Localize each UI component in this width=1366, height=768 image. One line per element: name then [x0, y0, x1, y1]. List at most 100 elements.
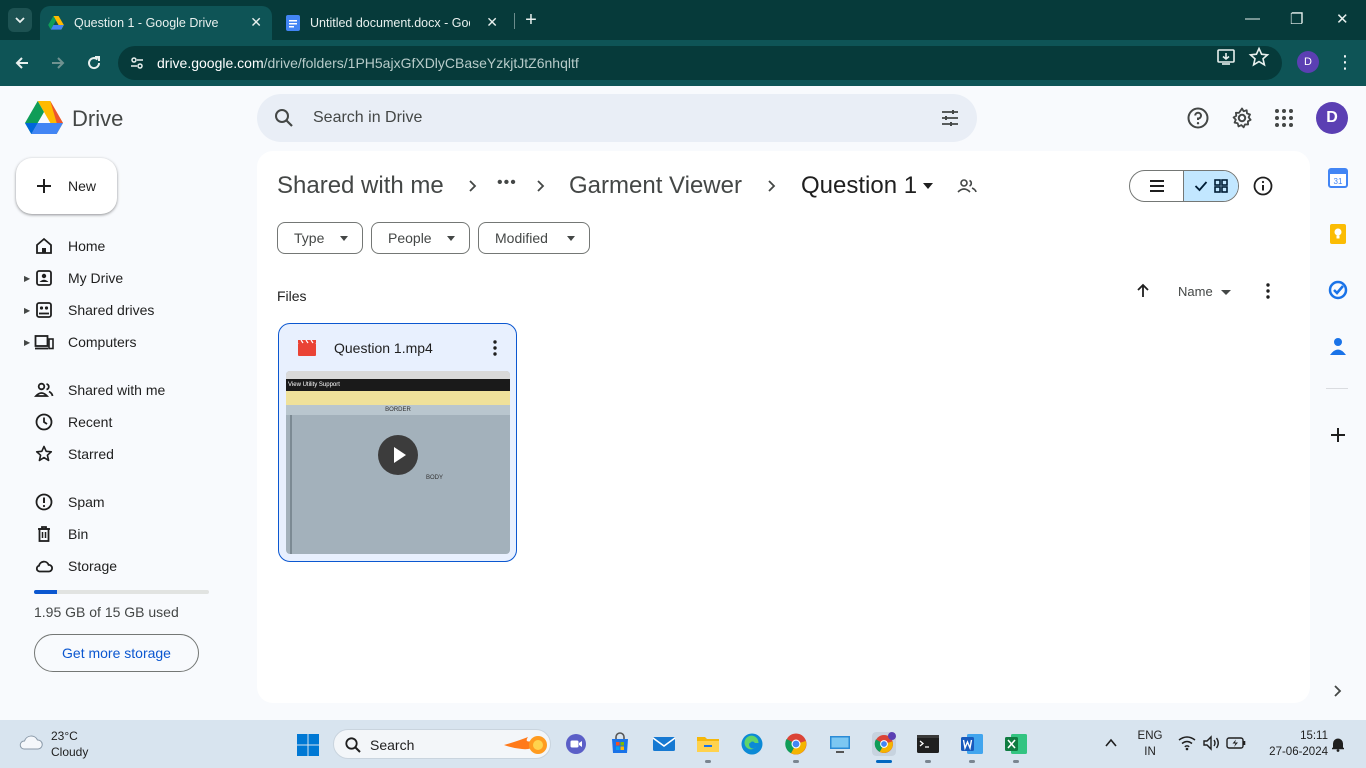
sidebar-item-spam[interactable]: Spam — [0, 486, 240, 518]
teams-meet-icon[interactable] — [564, 732, 588, 756]
close-tab-icon[interactable]: ✕ — [250, 14, 262, 31]
site-info-icon[interactable] — [126, 52, 148, 74]
google-drive-logo[interactable] — [25, 101, 63, 135]
gear-icon[interactable] — [1230, 106, 1254, 130]
back-button[interactable] — [10, 51, 34, 75]
install-app-icon[interactable] — [1215, 46, 1237, 68]
type-filter-chip[interactable]: Type — [277, 222, 363, 254]
browser-tab-bar: Question 1 - Google Drive ✕ Untitled doc… — [0, 0, 1366, 40]
chevron-right-icon[interactable] — [1330, 683, 1346, 699]
sidebar-item-storage[interactable]: Storage — [0, 550, 240, 582]
notification-bell-icon[interactable] — [1330, 736, 1346, 752]
shared-folder-people-icon[interactable] — [956, 176, 978, 196]
expand-caret-icon[interactable]: ▶ — [24, 306, 30, 315]
info-icon[interactable] — [1252, 175, 1274, 197]
chrome-active-icon[interactable] — [872, 732, 896, 756]
help-icon[interactable] — [1186, 106, 1210, 130]
dropdown-arrow-icon — [340, 236, 348, 241]
close-window-icon[interactable]: ✕ — [1336, 10, 1349, 28]
breadcrumb-shared-with-me[interactable]: Shared with me — [277, 172, 444, 200]
close-tab-icon[interactable]: ✕ — [486, 14, 498, 31]
reload-button[interactable] — [82, 51, 106, 75]
tab-google-docs[interactable]: Untitled document.docx - Goog ✕ — [280, 6, 508, 40]
drive-search-input[interactable]: Search in Drive — [257, 94, 977, 142]
sidebar-item-home[interactable]: Home — [0, 230, 240, 262]
forward-button[interactable] — [46, 51, 70, 75]
wifi-icon[interactable] — [1178, 735, 1196, 751]
people-filter-chip[interactable]: People — [371, 222, 470, 254]
expand-caret-icon[interactable]: ▶ — [24, 274, 30, 283]
volume-icon[interactable] — [1202, 735, 1220, 751]
video-thumbnail[interactable]: View Utility Support BORDER BODY — [286, 371, 510, 554]
battery-charging-icon[interactable] — [1226, 736, 1246, 750]
get-add-ons-plus-icon[interactable] — [1327, 424, 1349, 446]
sort-dropdown-arrow-icon[interactable] — [1221, 290, 1231, 295]
expand-caret-icon[interactable]: ▶ — [24, 338, 30, 347]
sidebar-item-starred[interactable]: Starred — [0, 438, 240, 470]
microsoft-word-icon[interactable] — [960, 732, 984, 756]
google-keep-icon[interactable] — [1327, 223, 1349, 245]
breadcrumb-current-folder[interactable]: Question 1 — [801, 172, 917, 200]
language-indicator-line1[interactable]: ENG — [1136, 730, 1164, 742]
sidebar-item-my-drive[interactable]: ▶ My Drive — [0, 262, 240, 294]
file-more-actions-icon[interactable] — [485, 338, 505, 358]
taskbar-search-box[interactable]: Search — [333, 729, 551, 759]
mail-icon[interactable] — [652, 732, 676, 756]
sidebar-item-recent[interactable]: Recent — [0, 406, 240, 438]
windows-start-icon[interactable] — [296, 733, 320, 757]
sort-by-name-button[interactable]: Name — [1178, 284, 1213, 299]
more-options-icon[interactable] — [1258, 281, 1278, 301]
file-explorer-icon[interactable] — [696, 732, 720, 756]
language-indicator-line2[interactable]: IN — [1136, 746, 1164, 758]
remote-desktop-icon[interactable] — [828, 732, 852, 756]
taskbar-clock-date[interactable]: 27-06-2024 — [1254, 746, 1328, 758]
edge-browser-icon[interactable] — [740, 732, 764, 756]
google-apps-icon[interactable] — [1272, 106, 1296, 130]
restore-window-icon[interactable]: ❐ — [1290, 10, 1303, 28]
search-icon[interactable] — [273, 107, 295, 129]
account-avatar[interactable]: D — [1316, 102, 1348, 134]
microsoft-store-icon[interactable] — [608, 732, 632, 756]
new-tab-button[interactable]: + — [520, 8, 542, 32]
chip-label: Type — [294, 230, 325, 246]
sidebar-item-computers[interactable]: ▶ Computers — [0, 326, 240, 358]
play-button-icon[interactable] — [378, 435, 418, 475]
bookmark-star-icon[interactable] — [1248, 46, 1270, 68]
new-button[interactable]: New — [16, 158, 117, 214]
tab-google-drive[interactable]: Question 1 - Google Drive ✕ — [40, 6, 272, 40]
browser-menu-icon[interactable]: ⋮ — [1336, 52, 1354, 72]
file-card[interactable]: Question 1.mp4 View Utility Support BORD… — [278, 323, 517, 562]
sort-direction-arrow-up-icon[interactable] — [1133, 281, 1153, 301]
breadcrumb-ellipsis-button[interactable]: ••• — [497, 174, 517, 192]
tab-search-button[interactable] — [8, 8, 32, 32]
terminal-icon[interactable] — [916, 732, 940, 756]
browser-profile-avatar[interactable]: D — [1297, 51, 1319, 73]
folder-menu-dropdown-icon[interactable] — [922, 182, 934, 190]
modified-filter-chip[interactable]: Modified — [478, 222, 590, 254]
sidebar-item-label: Spam — [68, 494, 105, 510]
sidebar-item-shared-drives[interactable]: ▶ Shared drives — [0, 294, 240, 326]
google-contacts-icon[interactable] — [1327, 335, 1349, 357]
arrow-right-icon — [52, 57, 65, 69]
weather-temperature[interactable]: 23°C — [51, 729, 78, 743]
list-view-button[interactable] — [1130, 171, 1185, 201]
chrome-profile-icon[interactable] — [784, 732, 808, 756]
breadcrumb-garment-viewer[interactable]: Garment Viewer — [569, 172, 742, 200]
search-options-icon[interactable] — [939, 107, 961, 129]
minimize-window-icon[interactable]: — — [1245, 10, 1260, 27]
get-more-storage-button[interactable]: Get more storage — [34, 634, 199, 672]
google-calendar-icon[interactable]: 31 — [1327, 167, 1349, 189]
cloudy-weather-icon[interactable] — [18, 732, 44, 752]
sidebar-item-bin[interactable]: Bin — [0, 518, 240, 550]
address-bar[interactable]: drive.google.com/drive/folders/1PH5ajxGf… — [118, 46, 1282, 80]
dropdown-arrow-icon — [447, 236, 455, 241]
taskbar-clock-time[interactable]: 15:11 — [1258, 730, 1328, 742]
grid-view-button[interactable] — [1184, 171, 1238, 201]
google-tasks-icon[interactable] — [1327, 279, 1349, 301]
weather-description[interactable]: Cloudy — [51, 745, 88, 759]
show-hidden-icons-chevron-up-icon[interactable] — [1104, 737, 1118, 749]
sidebar-item-shared-with-me[interactable]: Shared with me — [0, 374, 240, 406]
chevron-down-icon — [15, 17, 25, 24]
sidebar-item-label: Recent — [68, 414, 113, 430]
microsoft-excel-icon[interactable] — [1004, 732, 1028, 756]
